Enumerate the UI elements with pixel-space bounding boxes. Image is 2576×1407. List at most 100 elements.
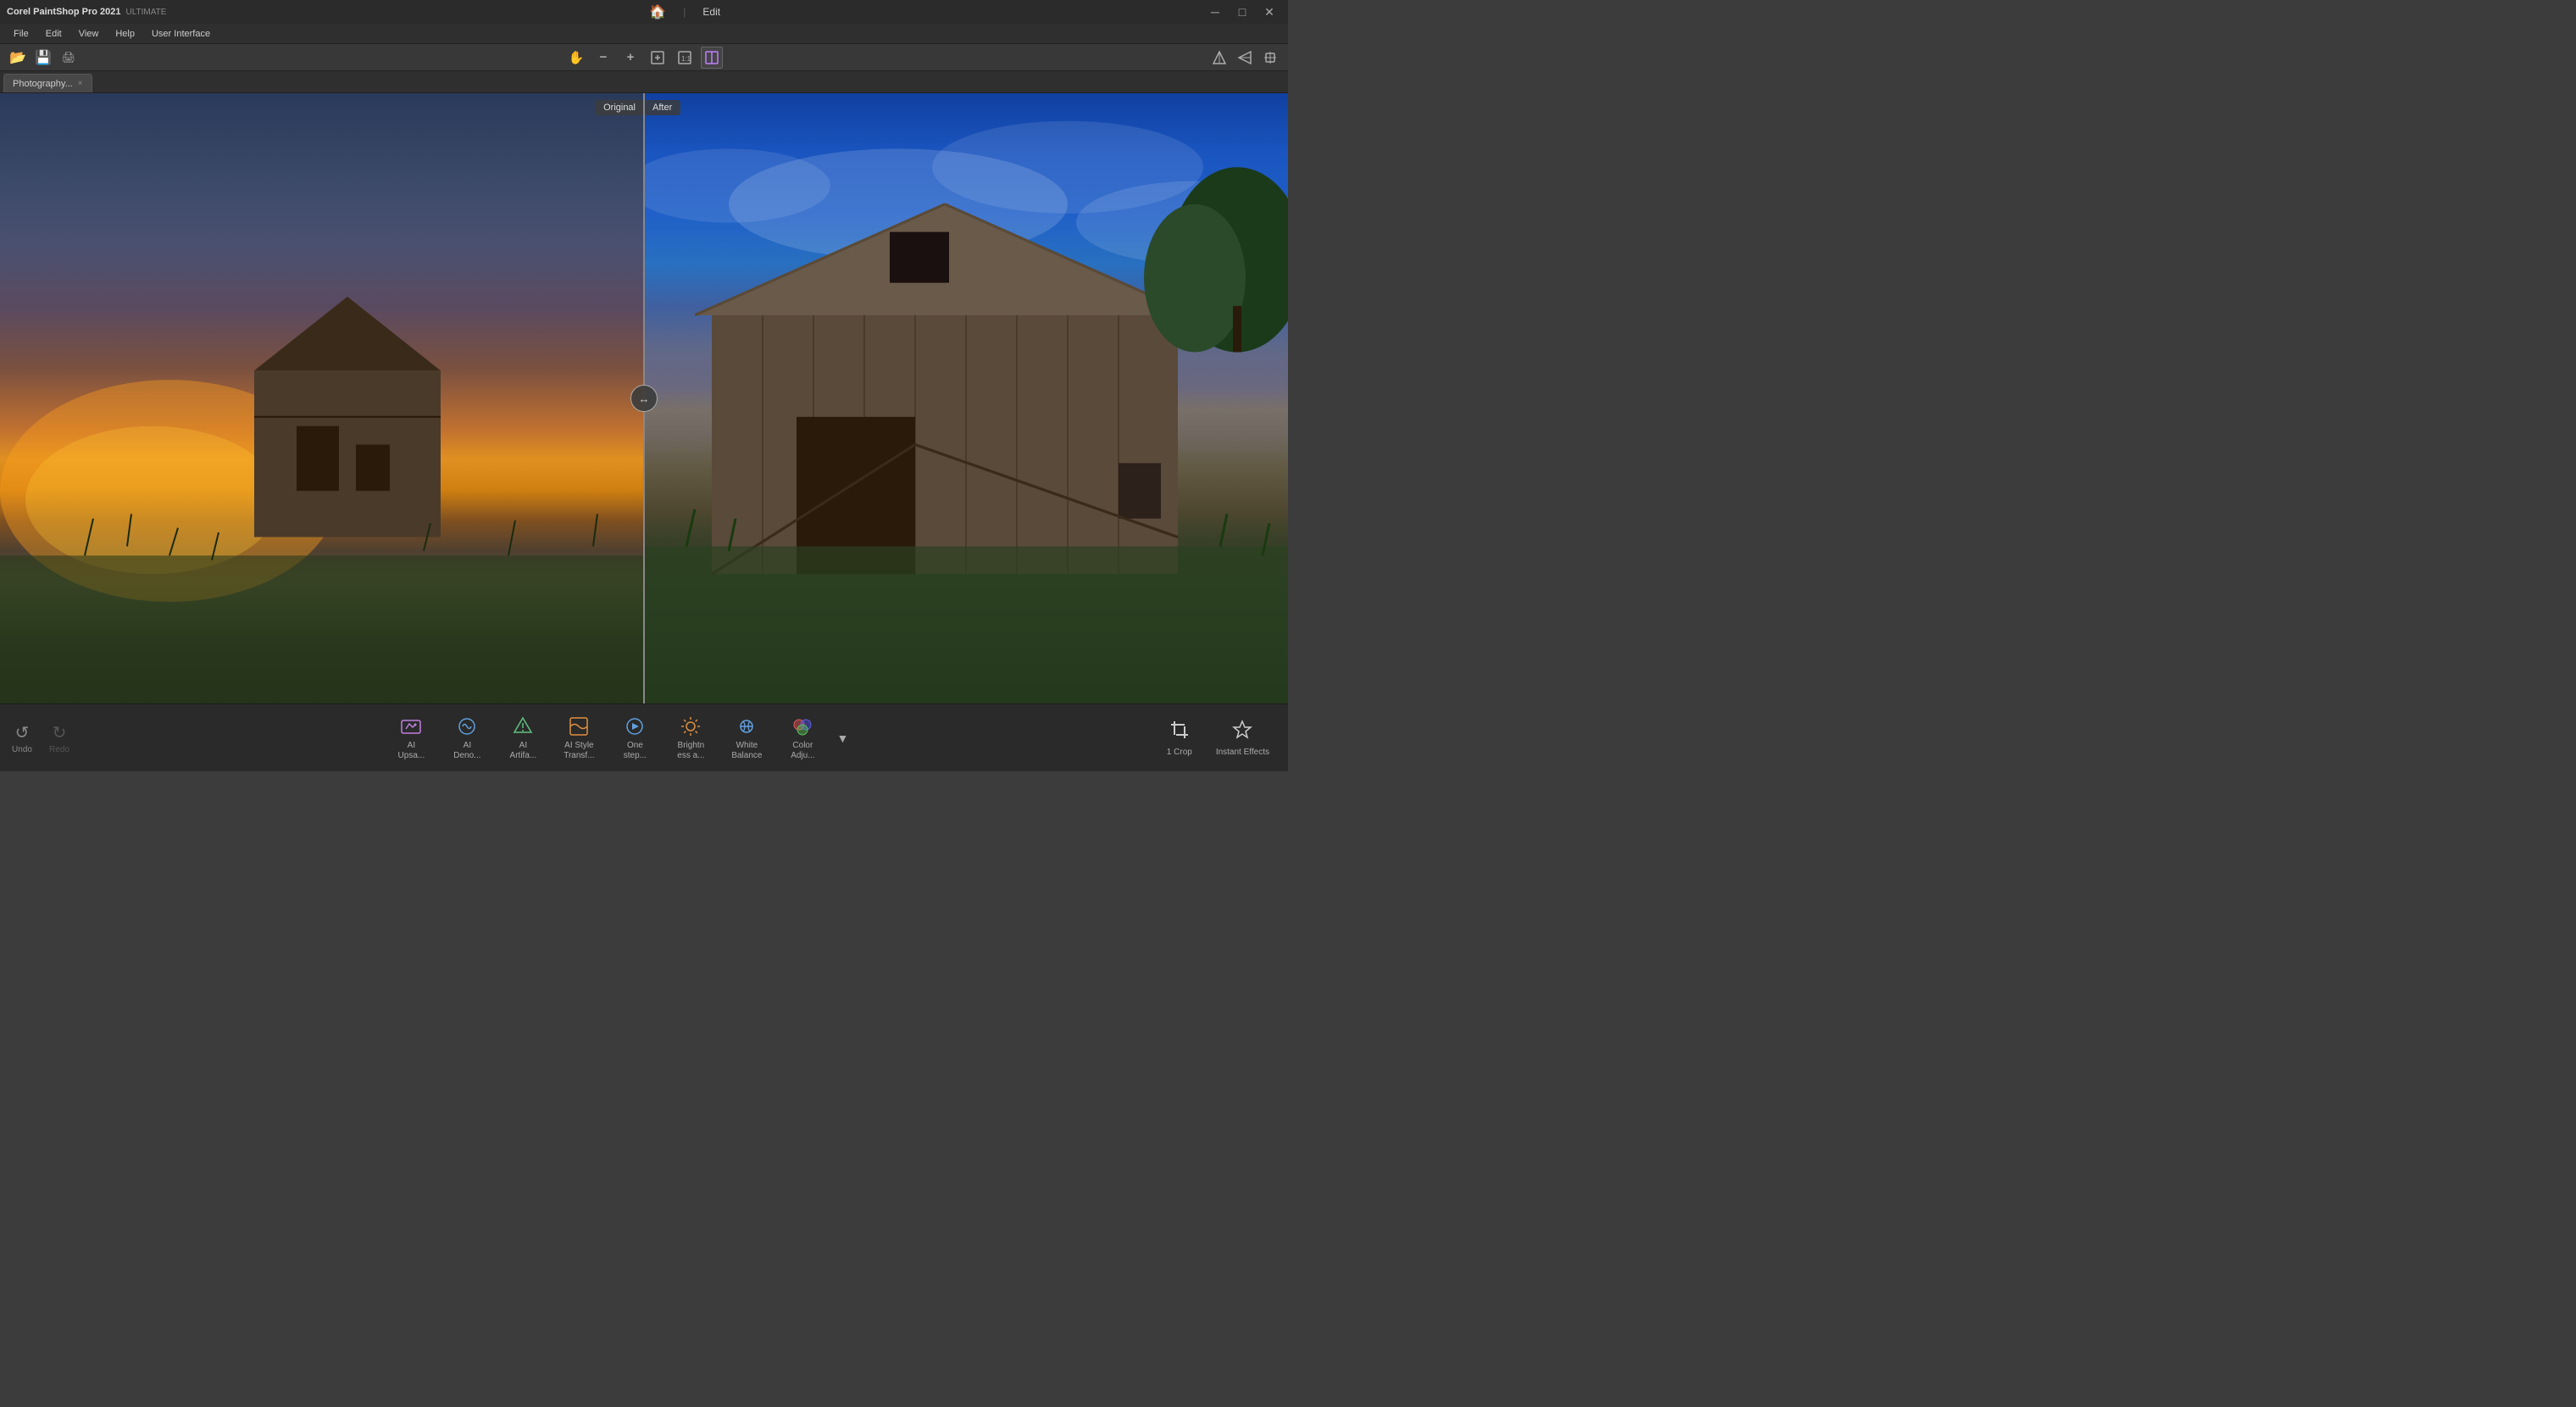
ai-artifact-label: AIArtifa... bbox=[510, 741, 537, 761]
zoom-100-button[interactable]: 1:1 bbox=[674, 47, 696, 69]
split-view: ↔ Original After bbox=[0, 93, 1288, 704]
zoom-out-icon: − bbox=[600, 50, 608, 64]
color-adjust-button[interactable]: ColorAdju... bbox=[776, 711, 829, 765]
menu-help[interactable]: Help bbox=[108, 27, 142, 41]
titlebar-left: Corel PaintShop Pro 2021 ULTIMATE bbox=[7, 7, 166, 17]
brightness-label: Brightness a... bbox=[677, 741, 704, 761]
restore-button[interactable]: □ bbox=[1230, 3, 1254, 20]
perspective-v-button[interactable] bbox=[1208, 47, 1230, 69]
crop-icon bbox=[1169, 720, 1190, 745]
ai-style-icon bbox=[567, 715, 591, 738]
canvas-area[interactable]: ↔ Original After bbox=[0, 93, 1288, 704]
split-handle-icon: ↔ bbox=[639, 392, 650, 405]
right-tools-group: 1 Crop Instant Effects bbox=[1155, 716, 1281, 760]
menu-view[interactable]: View bbox=[72, 27, 106, 41]
ai-denoise-icon bbox=[455, 715, 479, 738]
open-button[interactable]: 📂 bbox=[7, 47, 29, 69]
open-icon: 📂 bbox=[9, 49, 26, 66]
original-label: Original bbox=[595, 100, 644, 115]
one-step-button[interactable]: Onestep... bbox=[608, 711, 661, 765]
original-image bbox=[0, 93, 644, 704]
split-handle[interactable]: ↔ bbox=[630, 385, 658, 412]
pan-icon: ✋ bbox=[569, 50, 585, 65]
titlebar-center: 🏠 | Edit bbox=[649, 3, 720, 20]
undo-icon: ↺ bbox=[15, 722, 30, 743]
zoom-out-button[interactable]: − bbox=[592, 47, 614, 69]
more-icon: ▼ bbox=[836, 731, 848, 745]
tab-filename: Photography... bbox=[13, 79, 73, 89]
toolbar-right bbox=[1208, 47, 1281, 69]
save-icon: 💾 bbox=[35, 49, 52, 66]
color-adjust-label: ColorAdju... bbox=[791, 741, 814, 761]
main-area: ↔ Original After bbox=[0, 93, 1288, 704]
original-barn-svg bbox=[0, 93, 644, 704]
ai-denoise-label: AIDeno... bbox=[453, 741, 480, 761]
app-edition: ULTIMATE bbox=[125, 8, 166, 17]
ai-style-label: AI StyleTransf... bbox=[564, 741, 594, 761]
instant-effects-icon bbox=[1232, 720, 1252, 745]
tab-close-button[interactable]: × bbox=[78, 79, 83, 88]
white-balance-label: WhiteBalance bbox=[731, 741, 762, 761]
titlebar-right: ─ □ ✕ bbox=[1203, 3, 1281, 20]
brightness-icon bbox=[679, 715, 702, 738]
menu-file[interactable]: File bbox=[7, 27, 36, 41]
redo-button[interactable]: ↻ Redo bbox=[44, 722, 75, 754]
after-side bbox=[644, 93, 1288, 704]
split-view-icon bbox=[705, 51, 719, 64]
home-icon[interactable]: 🏠 bbox=[649, 3, 666, 20]
close-button[interactable]: ✕ bbox=[1257, 3, 1281, 20]
zoom-in-button[interactable]: + bbox=[619, 47, 641, 69]
more-tools-button[interactable]: ▼ bbox=[832, 728, 852, 748]
ai-artifact-button[interactable]: AIArtifa... bbox=[497, 711, 549, 765]
toolbar-center: ✋ − + 1:1 bbox=[565, 47, 723, 69]
file-tab[interactable]: Photography... × bbox=[3, 74, 92, 92]
zoom-fit-icon bbox=[651, 51, 664, 64]
print-button[interactable]: 🖨 bbox=[58, 47, 80, 69]
after-barn-svg bbox=[644, 93, 1288, 704]
crop-label: 1 Crop bbox=[1167, 748, 1192, 757]
undo-button[interactable]: ↺ Undo bbox=[7, 722, 37, 754]
split-divider[interactable]: ↔ bbox=[643, 93, 645, 704]
perspective-h-icon bbox=[1238, 51, 1252, 64]
color-adjust-icon bbox=[791, 715, 814, 738]
split-view-button[interactable] bbox=[701, 47, 723, 69]
menu-edit[interactable]: Edit bbox=[39, 27, 69, 41]
ai-denoise-button[interactable]: AIDeno... bbox=[441, 711, 493, 765]
instant-effects-button[interactable]: Instant Effects bbox=[1204, 716, 1281, 760]
after-image bbox=[644, 93, 1288, 704]
titlebar-divider: | bbox=[683, 6, 686, 18]
perspective-h-button[interactable] bbox=[1234, 47, 1256, 69]
titlebar: Corel PaintShop Pro 2021 ULTIMATE 🏠 | Ed… bbox=[0, 0, 1288, 24]
white-balance-button[interactable]: WhiteBalance bbox=[720, 711, 773, 765]
save-button[interactable]: 💾 bbox=[32, 47, 54, 69]
minimize-button[interactable]: ─ bbox=[1203, 3, 1227, 20]
menu-user-interface[interactable]: User Interface bbox=[145, 27, 217, 41]
perspective-v-icon bbox=[1213, 51, 1226, 64]
print-icon: 🖨 bbox=[62, 51, 76, 64]
undo-label: Undo bbox=[12, 745, 32, 754]
brightness-button[interactable]: Brightness a... bbox=[664, 711, 717, 765]
menubar: File Edit View Help User Interface bbox=[0, 24, 1288, 44]
crop-button[interactable]: 1 Crop bbox=[1155, 716, 1204, 760]
ai-upscale-icon bbox=[399, 715, 423, 738]
ai-artifact-icon bbox=[511, 715, 535, 738]
undo-redo-group: ↺ Undo ↻ Redo bbox=[7, 722, 75, 754]
ai-upscale-button[interactable]: AIUpsa... bbox=[385, 711, 437, 765]
perspective-both-button[interactable] bbox=[1259, 47, 1281, 69]
edit-mode-label[interactable]: Edit bbox=[702, 6, 720, 18]
zoom-fit-button[interactable] bbox=[647, 47, 669, 69]
after-label: After bbox=[644, 100, 680, 115]
redo-label: Redo bbox=[49, 745, 69, 754]
pan-tool-button[interactable]: ✋ bbox=[565, 47, 587, 69]
ai-upscale-label: AIUpsa... bbox=[398, 741, 425, 761]
toolbar: 📂 💾 🖨 ✋ − + 1:1 bbox=[0, 44, 1288, 71]
one-step-icon bbox=[623, 715, 647, 738]
app-brand: Corel PaintShop Pro 2021 bbox=[7, 7, 120, 17]
ai-tools-group: AIUpsa... AIDeno... AIArtifa... AI Style… bbox=[92, 711, 1155, 765]
tabbar: Photography... × bbox=[0, 71, 1288, 93]
zoom-100-icon: 1:1 bbox=[678, 51, 691, 64]
one-step-label: Onestep... bbox=[624, 741, 647, 761]
original-side bbox=[0, 93, 644, 704]
svg-text:1:1: 1:1 bbox=[681, 55, 691, 63]
ai-style-button[interactable]: AI StyleTransf... bbox=[552, 711, 605, 765]
